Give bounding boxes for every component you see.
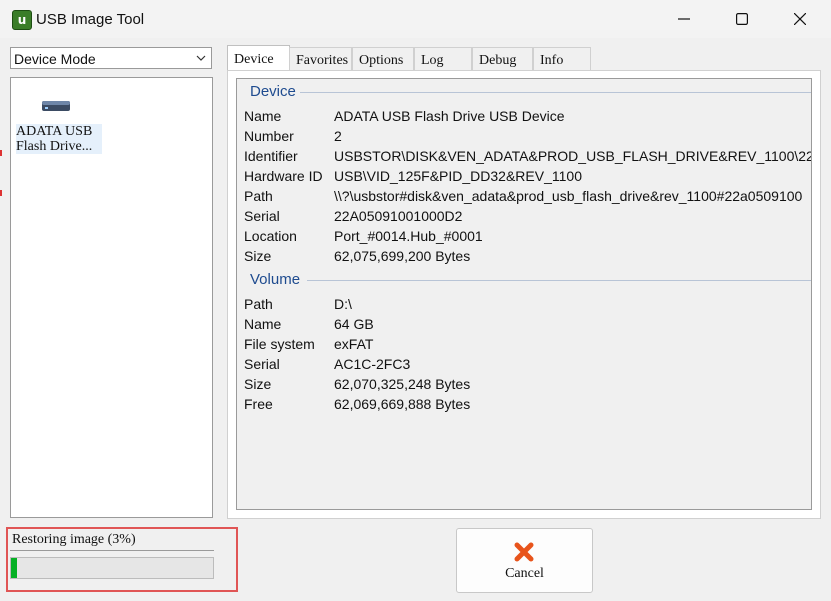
device-row-label: Identifier xyxy=(244,148,298,164)
device-item-label: ADATA USB Flash Drive... xyxy=(16,124,102,154)
minimize-icon xyxy=(678,18,690,20)
volume-row-label: Size xyxy=(244,376,272,392)
volume-row-value: 62,070,325,248 Bytes xyxy=(334,376,471,392)
device-section-heading: Device xyxy=(250,83,300,100)
tab-info[interactable]: Info xyxy=(533,47,591,71)
chevron-down-icon xyxy=(196,55,206,61)
progress-fill xyxy=(11,558,18,578)
close-button[interactable] xyxy=(771,0,829,38)
tab-favorites[interactable]: Favorites xyxy=(289,47,352,71)
app-icon: u xyxy=(12,10,32,30)
volume-row-label: Serial xyxy=(244,356,280,372)
volume-row-value: 62,069,669,888 Bytes xyxy=(334,396,471,412)
device-row-value: Port_#0014.Hub_#0001 xyxy=(334,228,483,244)
cancel-button[interactable]: Cancel xyxy=(456,528,593,593)
device-row-label: Name xyxy=(244,108,282,124)
volume-row-label: Free xyxy=(244,396,273,412)
window-title: USB Image Tool xyxy=(36,11,145,28)
device-row-label: Location xyxy=(244,228,297,244)
volume-row-value: AC1C-2FC3 xyxy=(334,356,411,372)
status-divider xyxy=(10,550,214,551)
volume-row-label: File system xyxy=(244,336,315,352)
group-divider xyxy=(307,280,811,281)
device-row-value: USBSTOR\DISK&VEN_ADATA&PROD_USB_FLASH_DR… xyxy=(334,148,812,164)
device-row-label: Size xyxy=(244,248,272,264)
cancel-x-icon xyxy=(514,542,534,562)
device-row-label: Hardware ID xyxy=(244,168,323,184)
volume-row-value: 64 GB xyxy=(334,316,374,332)
title-bar: u USB Image Tool xyxy=(0,0,831,38)
cancel-button-label: Cancel xyxy=(505,566,544,581)
volume-row-value: D:\ xyxy=(334,296,352,312)
device-tab-panel: Device Name ADATA USB Flash Drive USB De… xyxy=(227,70,821,519)
device-row-label: Path xyxy=(244,188,273,204)
mode-select[interactable]: Device Mode xyxy=(10,47,212,69)
group-divider xyxy=(297,92,811,93)
tab-log[interactable]: Log xyxy=(414,47,472,71)
status-area: Restoring image (3%) xyxy=(6,527,238,592)
usb-drive-icon xyxy=(42,101,70,111)
device-row-value: 22A05091001000D2 xyxy=(334,208,463,224)
volume-section-heading: Volume xyxy=(250,271,305,288)
minimize-button[interactable] xyxy=(655,0,713,38)
device-row-value: 62,075,699,200 Bytes xyxy=(334,248,471,264)
device-row-label: Number xyxy=(244,128,294,144)
volume-row-value: exFAT xyxy=(334,336,374,352)
edge-artifact xyxy=(0,190,2,196)
volume-row-label: Path xyxy=(244,296,273,312)
edge-artifact xyxy=(0,150,2,156)
status-text: Restoring image (3%) xyxy=(12,532,136,547)
device-info-box: Device Name ADATA USB Flash Drive USB De… xyxy=(236,78,812,510)
progress-bar xyxy=(10,557,214,579)
mode-select-value: Device Mode xyxy=(14,51,96,67)
device-row-value: 2 xyxy=(334,128,342,144)
maximize-icon xyxy=(736,13,748,25)
close-icon xyxy=(794,13,806,25)
device-row-value: \\?\usbstor#disk&ven_adata&prod_usb_flas… xyxy=(334,188,803,204)
device-row-value: USB\VID_125F&PID_DD32&REV_1100 xyxy=(334,168,582,184)
device-row-label: Serial xyxy=(244,208,280,224)
device-item[interactable]: ADATA USB Flash Drive... xyxy=(14,86,102,154)
tab-options[interactable]: Options xyxy=(352,47,414,71)
tab-debug[interactable]: Debug xyxy=(472,47,533,71)
device-row-value: ADATA USB Flash Drive USB Device xyxy=(334,108,565,124)
volume-row-label: Name xyxy=(244,316,282,332)
maximize-button[interactable] xyxy=(713,0,771,38)
tab-device[interactable]: Device xyxy=(227,45,290,71)
device-list[interactable]: ADATA USB Flash Drive... xyxy=(10,77,213,518)
